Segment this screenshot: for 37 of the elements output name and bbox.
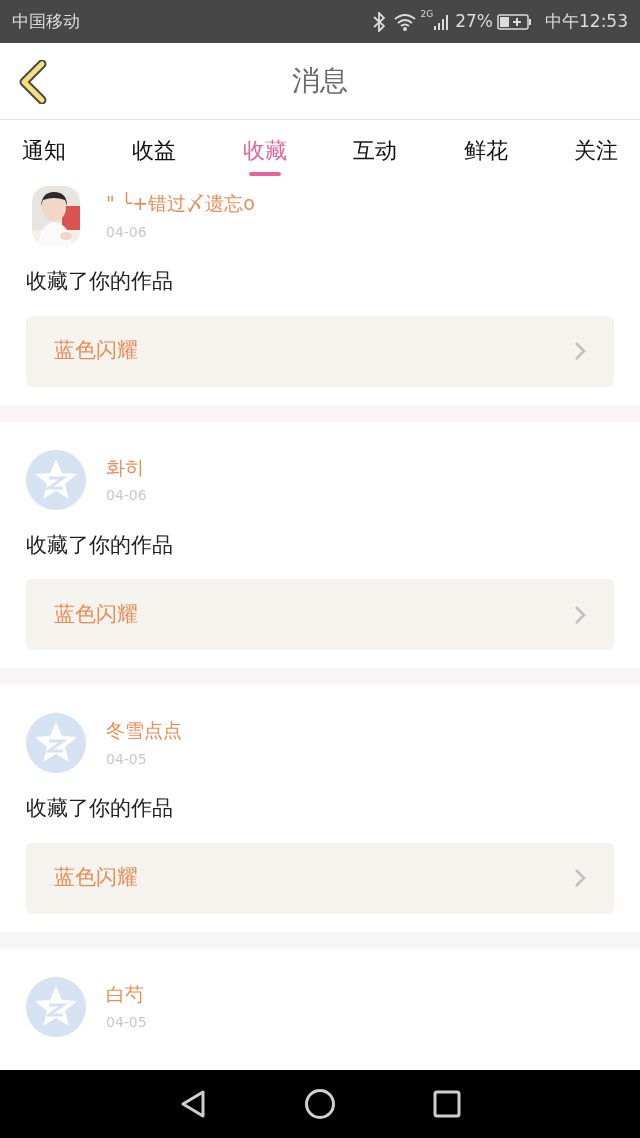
chevron-right-icon (574, 341, 586, 361)
user-name[interactable]: " ╰+错过〆遗忘o (106, 189, 255, 218)
user-name[interactable]: 白芍 (106, 979, 147, 1009)
clock: 中午12:53 (545, 9, 628, 33)
back-chevron-icon (18, 60, 48, 104)
message-text: 收藏了你的作品 (26, 531, 174, 559)
user-name[interactable]: 冬雪点点 (106, 716, 182, 745)
default-avatar-icon (26, 976, 86, 1037)
bluetooth-icon (372, 11, 385, 32)
work-link[interactable]: 蓝色闪耀 (26, 579, 614, 650)
battery-percent: 27% (455, 9, 493, 33)
tab[interactable]: 通知 (14, 120, 74, 180)
tab-indicator (248, 172, 281, 176)
chevron-right-icon (574, 868, 586, 888)
wifi-icon (392, 12, 417, 31)
carrier-name: 中国移动 (12, 9, 80, 33)
tab[interactable]: 鲜花 (455, 120, 516, 180)
network-type: 2G (420, 8, 434, 21)
message-text: 收藏了你的作品 (26, 268, 174, 295)
default-avatar-icon (26, 449, 86, 510)
home-icon[interactable] (304, 1088, 336, 1120)
work-title: 蓝色闪耀 (54, 337, 138, 365)
work-title: 蓝色闪耀 (54, 600, 138, 628)
tab[interactable]: 收藏 (234, 120, 295, 180)
message-text: 收藏了你的作品 (26, 795, 174, 822)
chevron-right-icon (574, 604, 586, 625)
tab[interactable]: 互动 (345, 120, 406, 180)
tab[interactable]: 收益 (124, 120, 185, 180)
default-avatar-icon (26, 713, 86, 773)
tab[interactable]: 关注 (565, 120, 626, 180)
work-title: 蓝色闪耀 (54, 864, 138, 892)
page-title: 消息 (292, 63, 348, 99)
work-link[interactable]: 蓝色闪耀 (26, 842, 614, 914)
recent-apps-icon[interactable] (433, 1090, 462, 1118)
work-link[interactable]: 蓝色闪耀 (26, 315, 614, 387)
user-name[interactable]: 화히 (106, 452, 147, 482)
battery-charging-icon (497, 12, 533, 31)
